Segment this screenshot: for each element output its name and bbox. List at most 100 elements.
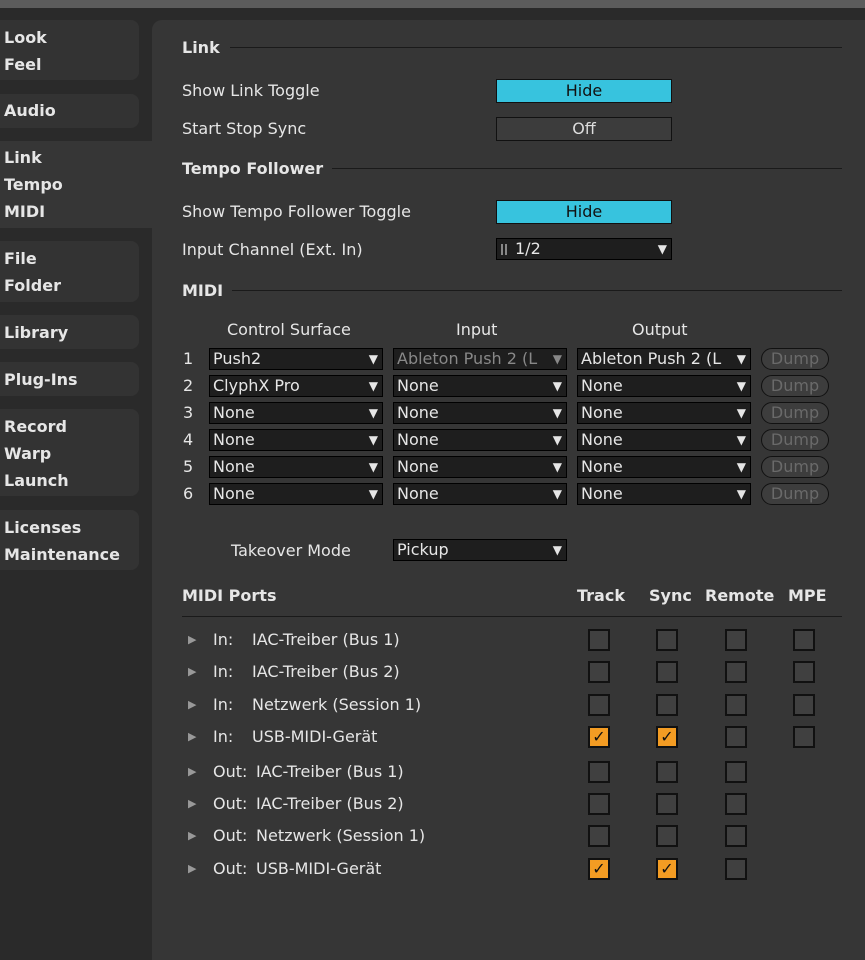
sidebar-item-folder[interactable]: Folder <box>4 276 61 295</box>
port-remote-checkbox[interactable] <box>725 793 747 815</box>
control-surface-dropdown[interactable]: ClyphX Pro ▼ <box>209 375 383 397</box>
port-sync-checkbox[interactable] <box>656 761 678 783</box>
output-dropdown[interactable]: None ▼ <box>577 483 751 505</box>
input-dropdown[interactable]: None ▼ <box>393 402 567 424</box>
output-dropdown[interactable]: None ▼ <box>577 429 751 451</box>
sidebar-item-plug-ins[interactable]: Plug-Ins <box>4 370 78 389</box>
port-remote-checkbox[interactable] <box>725 858 747 880</box>
port-mpe-checkbox[interactable] <box>793 726 815 748</box>
sidebar-item-licenses[interactable]: Licenses <box>4 518 81 537</box>
takeover-mode-dropdown[interactable]: Pickup ▼ <box>393 539 567 561</box>
row-number: 2 <box>183 376 194 395</box>
input-value: None <box>397 376 439 395</box>
expand-triangle-icon[interactable]: ▶ <box>188 829 196 842</box>
show-tempo-follower-button[interactable]: Hide <box>496 200 672 224</box>
sidebar-item-file[interactable]: File <box>4 249 37 268</box>
sidebar-item-midi[interactable]: MIDI <box>4 202 45 221</box>
control-surface-dropdown[interactable]: Push2 ▼ <box>209 348 383 370</box>
port-sync-checkbox[interactable] <box>656 793 678 815</box>
sidebar-item-maintenance[interactable]: Maintenance <box>4 545 120 564</box>
row-number: 6 <box>183 484 194 503</box>
sidebar-item-launch[interactable]: Launch <box>4 471 69 490</box>
show-link-toggle-button[interactable]: Hide <box>496 79 672 103</box>
port-track-checkbox[interactable]: ✓ <box>588 726 610 748</box>
port-remote-checkbox[interactable] <box>725 726 747 748</box>
input-channel-dropdown[interactable]: 1/2 ▼ <box>496 238 672 260</box>
expand-triangle-icon[interactable]: ▶ <box>188 730 196 743</box>
port-mpe-checkbox[interactable] <box>793 694 815 716</box>
port-sync-checkbox[interactable] <box>656 694 678 716</box>
output-dropdown[interactable]: None ▼ <box>577 375 751 397</box>
sidebar-item-tempo[interactable]: Tempo <box>4 175 63 194</box>
output-dropdown[interactable]: Ableton Push 2 (L ▼ <box>577 348 751 370</box>
chevron-down-icon: ▼ <box>368 379 378 393</box>
expand-triangle-icon[interactable]: ▶ <box>188 665 196 678</box>
control-surface-dropdown[interactable]: None ▼ <box>209 483 383 505</box>
control-surface-dropdown[interactable]: None ▼ <box>209 402 383 424</box>
port-remote-checkbox[interactable] <box>725 661 747 683</box>
input-dropdown[interactable]: Ableton Push 2 (L ▼ <box>393 348 567 370</box>
chevron-down-icon: ▼ <box>657 242 667 256</box>
sidebar-item-library[interactable]: Library <box>4 323 68 342</box>
input-dropdown[interactable]: None ▼ <box>393 483 567 505</box>
chevron-down-icon: ▼ <box>368 433 378 447</box>
dump-button[interactable]: Dump <box>761 375 829 397</box>
port-remote-checkbox[interactable] <box>725 694 747 716</box>
expand-triangle-icon[interactable]: ▶ <box>188 698 196 711</box>
sidebar-item-feel[interactable]: Feel <box>4 55 41 74</box>
port-mpe-checkbox[interactable] <box>793 629 815 651</box>
sidebar-item-record[interactable]: Record <box>4 417 67 436</box>
port-direction: Out: <box>213 826 248 845</box>
input-dropdown[interactable]: None ▼ <box>393 429 567 451</box>
show-tempo-follower-label: Show Tempo Follower Toggle <box>182 202 411 221</box>
output-value: None <box>581 484 623 503</box>
port-sync-checkbox[interactable] <box>656 661 678 683</box>
input-dropdown[interactable]: None ▼ <box>393 375 567 397</box>
port-name: IAC-Treiber (Bus 2) <box>256 794 404 813</box>
expand-triangle-icon[interactable]: ▶ <box>188 862 196 875</box>
start-stop-sync-button[interactable]: Off <box>496 117 672 141</box>
input-dropdown[interactable]: None ▼ <box>393 456 567 478</box>
dump-button[interactable]: Dump <box>761 429 829 451</box>
sidebar-item-look[interactable]: Look <box>4 28 47 47</box>
port-remote-checkbox[interactable] <box>725 629 747 651</box>
port-remote-checkbox[interactable] <box>725 761 747 783</box>
port-track-checkbox[interactable] <box>588 694 610 716</box>
chevron-down-icon: ▼ <box>736 379 746 393</box>
control-surface-value: None <box>213 457 255 476</box>
expand-triangle-icon[interactable]: ▶ <box>188 765 196 778</box>
port-track-checkbox[interactable] <box>588 825 610 847</box>
port-sync-checkbox[interactable] <box>656 629 678 651</box>
port-track-checkbox[interactable] <box>588 761 610 783</box>
port-track-checkbox[interactable] <box>588 661 610 683</box>
port-sync-checkbox[interactable]: ✓ <box>656 858 678 880</box>
output-dropdown[interactable]: None ▼ <box>577 456 751 478</box>
output-value: None <box>581 376 623 395</box>
port-track-checkbox[interactable] <box>588 793 610 815</box>
dump-button[interactable]: Dump <box>761 483 829 505</box>
checkmark-icon: ✓ <box>660 859 674 878</box>
sidebar-item-audio[interactable]: Audio <box>4 101 56 120</box>
dump-button[interactable]: Dump <box>761 456 829 478</box>
port-sync-checkbox[interactable] <box>656 825 678 847</box>
expand-triangle-icon[interactable]: ▶ <box>188 633 196 646</box>
input-channel-value: 1/2 <box>515 239 541 258</box>
port-mpe-checkbox[interactable] <box>793 661 815 683</box>
dump-button[interactable]: Dump <box>761 348 829 370</box>
port-remote-checkbox[interactable] <box>725 825 747 847</box>
chevron-down-icon: ▼ <box>736 433 746 447</box>
expand-triangle-icon[interactable]: ▶ <box>188 797 196 810</box>
control-surface-dropdown[interactable]: None ▼ <box>209 429 383 451</box>
port-track-checkbox[interactable]: ✓ <box>588 858 610 880</box>
sidebar-item-warp[interactable]: Warp <box>4 444 51 463</box>
control-surface-dropdown[interactable]: None ▼ <box>209 456 383 478</box>
port-name: IAC-Treiber (Bus 2) <box>252 662 400 681</box>
port-sync-checkbox[interactable]: ✓ <box>656 726 678 748</box>
port-direction: In: <box>213 695 234 714</box>
input-value: Ableton Push 2 (L <box>397 349 538 368</box>
output-dropdown[interactable]: None ▼ <box>577 402 751 424</box>
port-track-checkbox[interactable] <box>588 629 610 651</box>
title-bar <box>0 0 865 8</box>
sidebar-item-link[interactable]: Link <box>4 148 42 167</box>
dump-button[interactable]: Dump <box>761 402 829 424</box>
